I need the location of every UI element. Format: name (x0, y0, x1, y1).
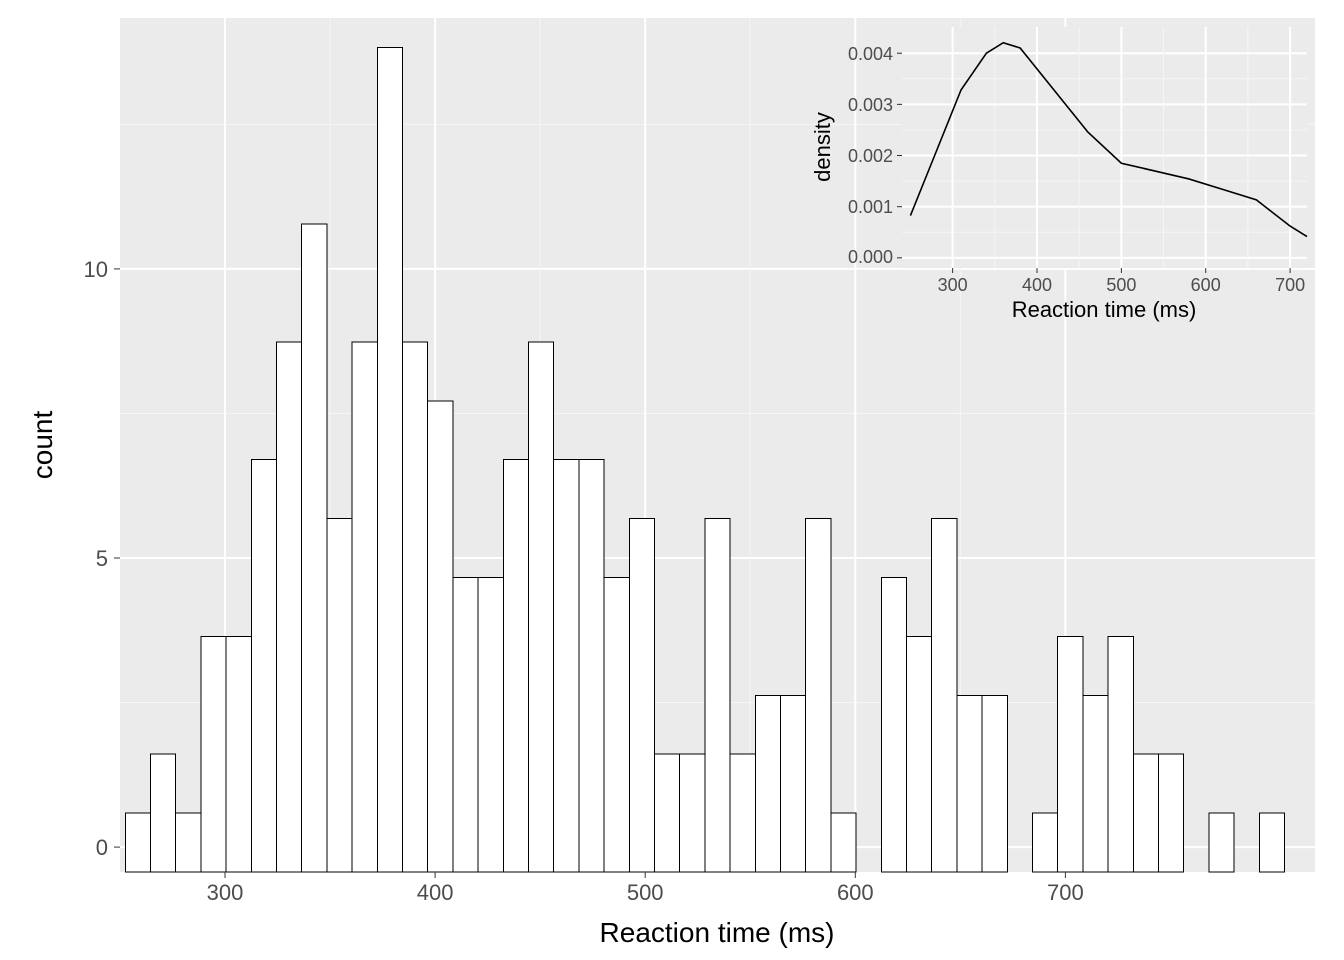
inset-x-tick-300: 300 (938, 275, 968, 295)
inset-x-tick-600: 600 (1191, 275, 1221, 295)
inset-y-tick-4: 0.004 (848, 44, 893, 64)
inset-y-tick-2: 0.002 (848, 146, 893, 166)
inset-x-tick-400: 400 (1022, 275, 1052, 295)
inset-x-tick-700: 700 (1275, 275, 1305, 295)
inset-y-tick-0: 0.000 (848, 247, 893, 267)
chart-container: 300 400 500 600 700 0 5 10 Reaction time… (0, 0, 1344, 960)
inset-x-axis-title: Reaction time (ms) (1012, 297, 1197, 322)
inset-y-tick-1: 0.001 (848, 197, 893, 217)
inset-x-tick-500: 500 (1106, 275, 1136, 295)
inset-y-axis-title: density (810, 112, 835, 182)
inset-y-tick-3: 0.003 (848, 95, 893, 115)
inset-plot: 300 400 500 600 700 0.000 0.001 0.002 0.… (0, 0, 1344, 960)
